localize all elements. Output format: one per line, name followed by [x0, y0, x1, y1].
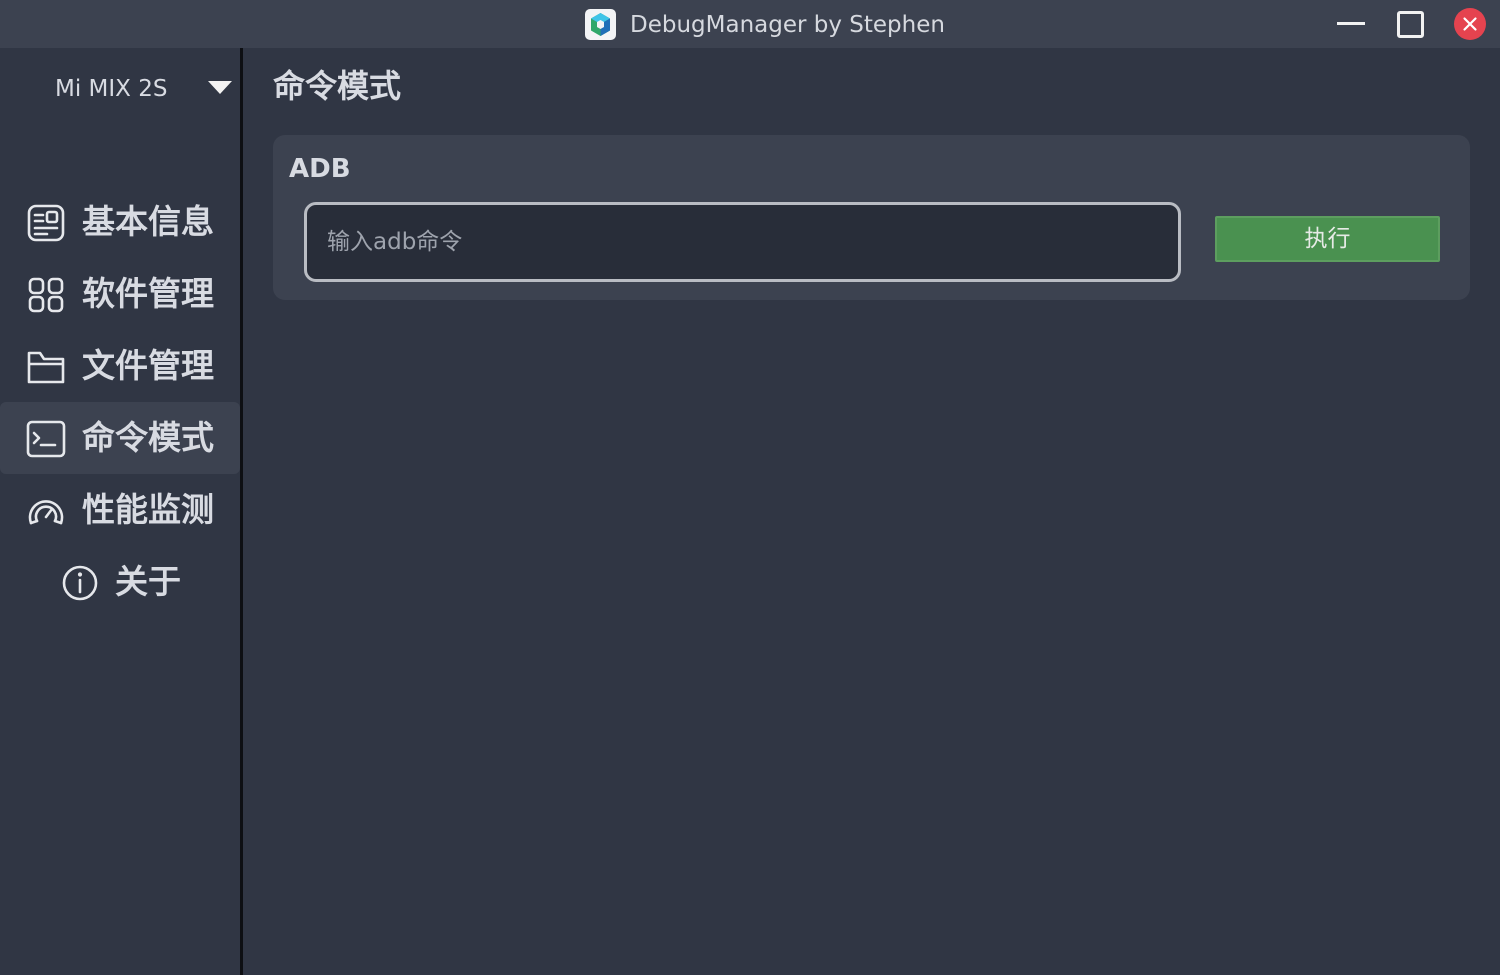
sidebar-item-about[interactable]: 关于 — [0, 546, 240, 618]
device-name: Mi MIX 2S — [55, 76, 168, 102]
sidebar-item-basic-info[interactable]: 基本信息 — [0, 186, 240, 258]
minimize-button[interactable] — [1322, 0, 1378, 48]
maximize-button[interactable] — [1382, 0, 1438, 48]
sidebar: Mi MIX 2S 基本信息 软件管理 文件管理 命令模式 性能监测 关于 — [0, 48, 240, 975]
apps-grid-icon — [26, 275, 66, 315]
speedometer-icon — [26, 491, 66, 531]
sidebar-item-command-mode[interactable]: 命令模式 — [0, 402, 240, 474]
sidebar-item-label: 软件管理 — [82, 274, 214, 313]
terminal-icon — [26, 419, 66, 459]
page-title: 命令模式 — [273, 67, 402, 105]
info-circle-icon — [60, 563, 100, 603]
adb-card: ADB 执行 — [273, 135, 1470, 300]
maximize-icon — [1397, 11, 1424, 38]
sidebar-item-label: 关于 — [115, 562, 181, 601]
chevron-down-icon — [208, 81, 232, 94]
sidebar-item-file-manager[interactable]: 文件管理 — [0, 330, 240, 402]
window-title: DebugManager by Stephen — [630, 12, 945, 38]
app-window: DebugManager by Stephen Mi MIX 2S 基本信息 软… — [0, 0, 1500, 975]
sidebar-item-performance[interactable]: 性能监测 — [0, 474, 240, 546]
adb-command-input[interactable] — [304, 202, 1181, 282]
close-icon — [1454, 8, 1486, 40]
execute-button[interactable]: 执行 — [1215, 216, 1440, 262]
title-bar: DebugManager by Stephen — [0, 0, 1500, 48]
device-selector[interactable]: Mi MIX 2S — [0, 66, 240, 110]
sidebar-item-label: 命令模式 — [82, 418, 214, 457]
adb-card-title: ADB — [289, 154, 351, 184]
sidebar-item-label: 基本信息 — [82, 202, 214, 241]
sidebar-item-app-manager[interactable]: 软件管理 — [0, 258, 240, 330]
sidebar-item-label: 性能监测 — [82, 490, 214, 529]
sidebar-divider — [240, 48, 243, 975]
folder-icon — [26, 347, 66, 387]
sidebar-item-label: 文件管理 — [82, 346, 214, 385]
app-logo-icon — [585, 9, 616, 40]
info-card-icon — [26, 203, 66, 243]
close-button[interactable] — [1442, 0, 1498, 48]
minimize-icon — [1337, 22, 1365, 25]
